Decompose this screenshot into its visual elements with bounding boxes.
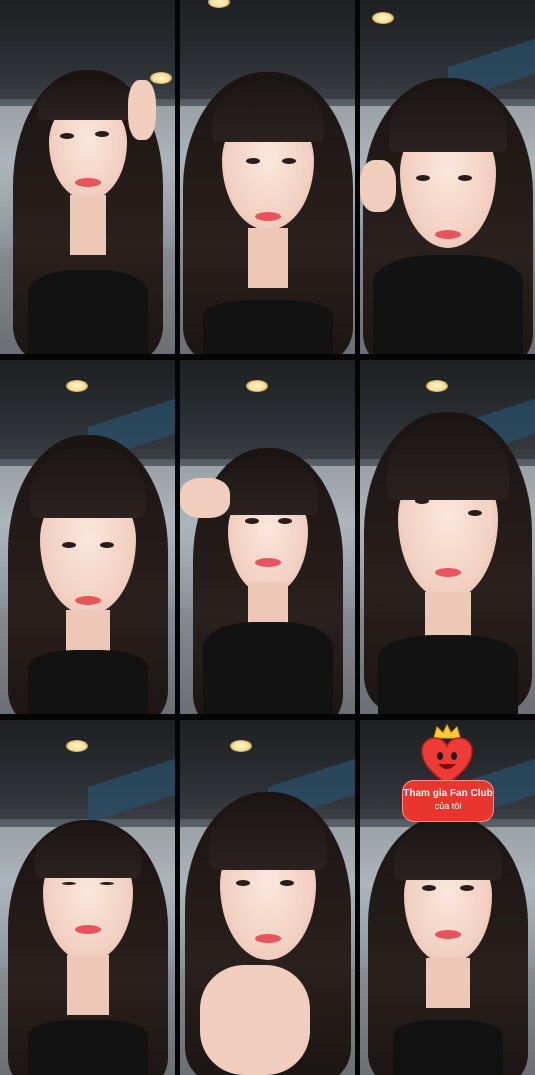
video-tile-3[interactable]	[360, 0, 535, 354]
closed-eye	[100, 882, 114, 885]
eye	[468, 510, 482, 516]
fan-club-line1: Tham gia Fan Club	[403, 788, 493, 799]
eye	[62, 542, 76, 548]
video-tile-6[interactable]	[360, 360, 535, 714]
black-top	[392, 1020, 503, 1075]
black-top	[27, 270, 148, 354]
video-tile-1[interactable]	[0, 0, 175, 354]
fan-club-badge[interactable]: Tham gia Fan Club của tôi	[402, 722, 494, 830]
eye	[100, 542, 114, 548]
neck	[69, 195, 106, 255]
lips	[434, 230, 461, 239]
raised-hand	[360, 160, 396, 212]
eye	[458, 175, 472, 181]
eye	[422, 885, 436, 891]
closed-eye	[62, 882, 76, 885]
video-tile-9[interactable]: Tham gia Fan Club của tôi	[360, 720, 535, 1075]
eye	[60, 133, 74, 139]
black-top	[372, 255, 523, 354]
black-top	[202, 622, 333, 714]
lips	[74, 178, 101, 187]
raised-hand	[128, 80, 156, 140]
eye	[460, 885, 474, 891]
video-tile-2[interactable]	[180, 0, 355, 354]
video-grid: Tham gia Fan Club của tôi	[0, 0, 535, 1075]
black-top	[27, 1020, 148, 1075]
raised-hand	[180, 478, 230, 518]
eye	[280, 880, 294, 886]
black-top	[27, 650, 148, 714]
eye	[416, 175, 430, 181]
video-tile-4[interactable]	[0, 360, 175, 714]
ceiling-light	[372, 12, 394, 24]
eye	[246, 158, 260, 164]
lips	[434, 568, 461, 577]
ceiling-light	[66, 740, 88, 752]
eye	[245, 518, 259, 524]
eye	[415, 498, 429, 504]
eye	[236, 880, 250, 886]
ceiling-light	[66, 380, 88, 392]
hand-at-chin	[200, 965, 310, 1075]
black-top	[202, 300, 333, 354]
lips	[254, 934, 281, 943]
eye	[282, 158, 296, 164]
video-tile-8[interactable]	[180, 720, 355, 1075]
video-tile-5[interactable]	[180, 360, 355, 714]
ceiling-light	[246, 380, 268, 392]
fan-club-banner[interactable]: Tham gia Fan Club của tôi	[402, 780, 494, 822]
eye	[95, 131, 109, 137]
lips	[74, 596, 101, 605]
neck	[247, 228, 288, 288]
heart-mascot-icon	[420, 736, 474, 786]
ceiling-light	[150, 72, 172, 84]
lips	[254, 212, 281, 221]
ceiling-light	[426, 380, 448, 392]
eye	[278, 518, 292, 524]
fan-club-line2: của tôi	[434, 801, 462, 811]
ceiling	[180, 360, 355, 460]
lips	[254, 558, 281, 567]
neck	[66, 955, 109, 1015]
ceiling-light	[230, 740, 252, 752]
black-top	[377, 635, 518, 714]
lips	[434, 930, 461, 939]
lips	[74, 925, 101, 934]
video-tile-7[interactable]	[0, 720, 175, 1075]
neck	[425, 958, 470, 1008]
